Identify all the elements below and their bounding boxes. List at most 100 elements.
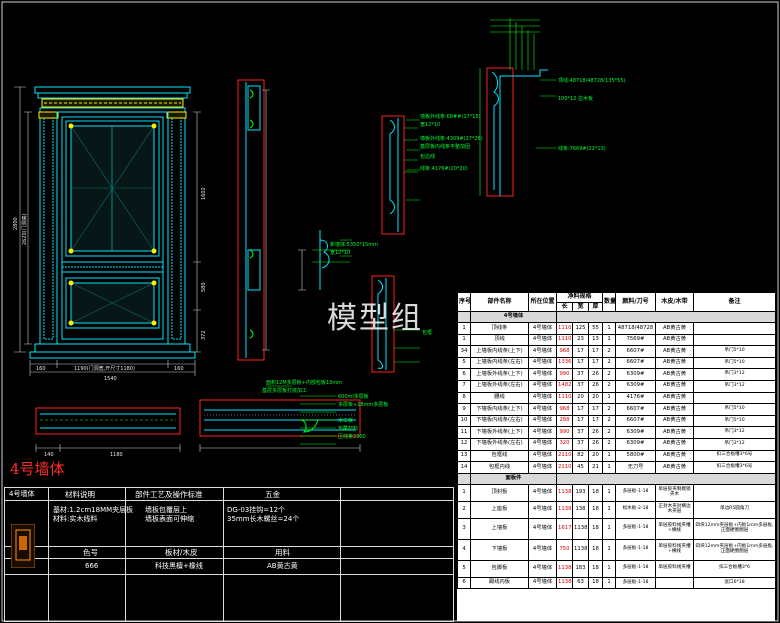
table-row: 7 上墙板外线条(左右) 4号墙体 1482 37 26 2 6309# AB黄古黄 吊门3*12 <box>457 379 775 393</box>
panel-cell: 单层胶夹制模锁夹木 <box>655 483 695 502</box>
table-cell: 37 <box>572 368 589 381</box>
col-material: 颜料/刀号 <box>615 292 657 312</box>
table-cell: 6309# <box>615 368 657 381</box>
note-wood: 木工板 <box>338 417 353 424</box>
table-row: 10 下墙板内线条(左右) 4号墙体 288 17 17 2 6607# AB黄古黄 吊门5*10 <box>457 414 775 428</box>
table-cell: 1110 <box>556 333 573 347</box>
table-cell: 17 <box>587 345 604 358</box>
panel-cell: 1138 <box>556 576 573 590</box>
door-thumbnail <box>11 524 35 568</box>
panel-cell: 上墙板 <box>470 517 529 540</box>
table-cell: 45 <box>572 461 589 474</box>
table-cell: 腰线 <box>470 391 529 405</box>
panel-cell: 1 <box>602 576 617 590</box>
dim-right-low: 372 <box>201 330 207 340</box>
table-cell: 下墙板外线条(左右) <box>470 437 529 451</box>
table-cell: 包框线 <box>470 449 529 463</box>
table-cell: 4号墙体 <box>528 379 557 393</box>
table-cell: 上墙板内线条(左右) <box>470 356 529 370</box>
panel-cell: 4号墙体 <box>528 500 557 519</box>
table-cell: 4号墙体 <box>528 449 557 463</box>
table-row: 34 上墙板内线条(上下) 4号墙体 968 17 17 2 6607# AB黄古黄 吊门5*10 <box>457 345 775 358</box>
table-cell: 10 <box>457 414 471 428</box>
table-cell: AB黄古黄 <box>655 426 695 439</box>
table-cell: 吊门5*10 <box>693 414 775 428</box>
table-cell: 吊门5*10 <box>693 345 775 358</box>
panel-cell: 正封木夹封横边木夹层 <box>655 500 695 519</box>
table-cell: 9 <box>457 403 471 416</box>
panel-cell: 四块12mm夹层板+内板1mm多层板,正面硬圈圈层 <box>693 517 775 540</box>
table-cell: 上墙板外线条(左右) <box>470 379 529 393</box>
cornice-profile-detail <box>479 18 548 197</box>
panel-cell: 下墙板 <box>470 538 529 561</box>
col-veneer: 木皮/木带 <box>655 292 695 312</box>
panel-cell: 138 <box>572 500 589 519</box>
dim-left-door: 2620(门洞高) <box>21 213 28 245</box>
table-cell: 26 <box>587 368 604 381</box>
table-cell: AB黄古黄 <box>655 461 695 474</box>
col-thickness: 厚 <box>587 302 604 312</box>
table-row: 9 下墙板内线条(上下) 4号墙体 968 17 17 2 6607# AB黄古黄 吊门5*10 <box>457 403 775 416</box>
col-index: 序号 <box>457 292 471 312</box>
panel-cell: 4号墙体 <box>528 576 557 590</box>
col-qty: 数量 <box>602 292 617 312</box>
table-cell: 6607# <box>615 414 657 428</box>
table-cell: AB黄古黄 <box>655 356 695 370</box>
table-cell: 26 <box>587 426 604 439</box>
panel-cell: 多层板-1-18 <box>615 483 657 502</box>
dim-width-mid: 1190(门洞宽,开尺寸1180) <box>74 365 135 372</box>
note-base-ply: 基层多层板打底加工 <box>262 387 307 394</box>
table-cell: 20 <box>572 391 589 405</box>
panel-profile-detail <box>381 115 420 235</box>
table-cell: 21 <box>587 461 604 474</box>
table-cell: 26 <box>587 437 604 451</box>
table-cell: 55 <box>587 322 604 335</box>
table-row: 5 上墙板内线条(左右) 4号墙体 1336 17 17 2 6607# AB黄古黄 吊门5*10 <box>457 356 775 370</box>
dim-right-upper: 1602 <box>201 187 207 200</box>
panel-cell: 1 <box>602 538 617 561</box>
table-cell: 7 <box>457 379 471 393</box>
table-row: 1 顶线 4号墙体 1110 23 13 1 7569# AB黄古黄 <box>457 333 775 347</box>
note-edge: 包边线 <box>420 153 435 160</box>
table-cell: 吊门3*12 <box>693 426 775 439</box>
table-cell: 4176# <box>615 391 657 405</box>
panel-cell: 1138 <box>556 483 573 502</box>
table-cell: 包框内线 <box>470 461 529 474</box>
table-cell: 7569# <box>615 333 657 347</box>
table-cell: 17 <box>572 414 589 428</box>
table-cell: AB黄古黄 <box>655 322 695 335</box>
panel-cell: 上座板 <box>470 500 529 519</box>
table-cell: 4号墙体 <box>528 426 557 439</box>
panel-cell: 18 <box>587 500 604 519</box>
watermark-text: 模型组 <box>327 301 423 336</box>
table-cell: 11 <box>457 426 471 439</box>
table-cell: 1 <box>602 449 617 463</box>
table-row: 6 上墙板外线条(上下) 4号墙体 990 37 26 2 6309# AB黄古黄 吊门3*12 <box>457 368 775 381</box>
plan-dim-right: 1180 <box>110 452 123 458</box>
table-cell: 1 <box>602 461 617 474</box>
panel-cell: 单层胶料线夹槽+横线 <box>655 517 695 540</box>
table-cell: 14 <box>457 461 471 474</box>
note-panel: 面积12M多层板+内部包板13mm <box>266 379 342 386</box>
panel-cell: 18 <box>587 576 604 590</box>
table-cell <box>693 322 775 335</box>
table-cell: 82 <box>572 449 589 463</box>
note-line-7669: 线条:7669#(22*13) <box>558 145 606 152</box>
note-cover: 包覆材料 <box>338 425 358 432</box>
table-cell: 17 <box>587 414 604 428</box>
parts-table: 序号 部件名称 所在位置 净料规格 数量 颜料/刀号 木皮/木带 备注 长 宽 … <box>457 292 775 590</box>
table-cell: 1 <box>457 333 471 347</box>
table-cell: 吊门5*10 <box>693 356 775 370</box>
table-cell <box>693 333 775 347</box>
table-cell: 26 <box>587 379 604 393</box>
dim-right-mid: 580 <box>201 282 207 292</box>
panel-row: 5 包脚板 4号墙体 1138 183 18 1 多层板-1-18 单层胶料线夹槽 扣三合板槽3*… <box>457 559 775 578</box>
panel-cell: 4号墙体 <box>528 559 557 578</box>
note-base-reinforce: 基层板内线条平整加固 <box>420 143 470 150</box>
table-cell: 下墙板内线条(左右) <box>470 414 529 428</box>
legend-hardware-text: DG-03挂钩=12个 35mm长木螺丝=24个 <box>227 506 300 524</box>
panel-cell <box>693 483 775 502</box>
note-new-wall: 新墙体:5350*15mm <box>330 241 378 248</box>
table-cell: 下墙板内线条(上下) <box>470 403 529 416</box>
table-cell: 吊门3*12 <box>693 379 775 393</box>
